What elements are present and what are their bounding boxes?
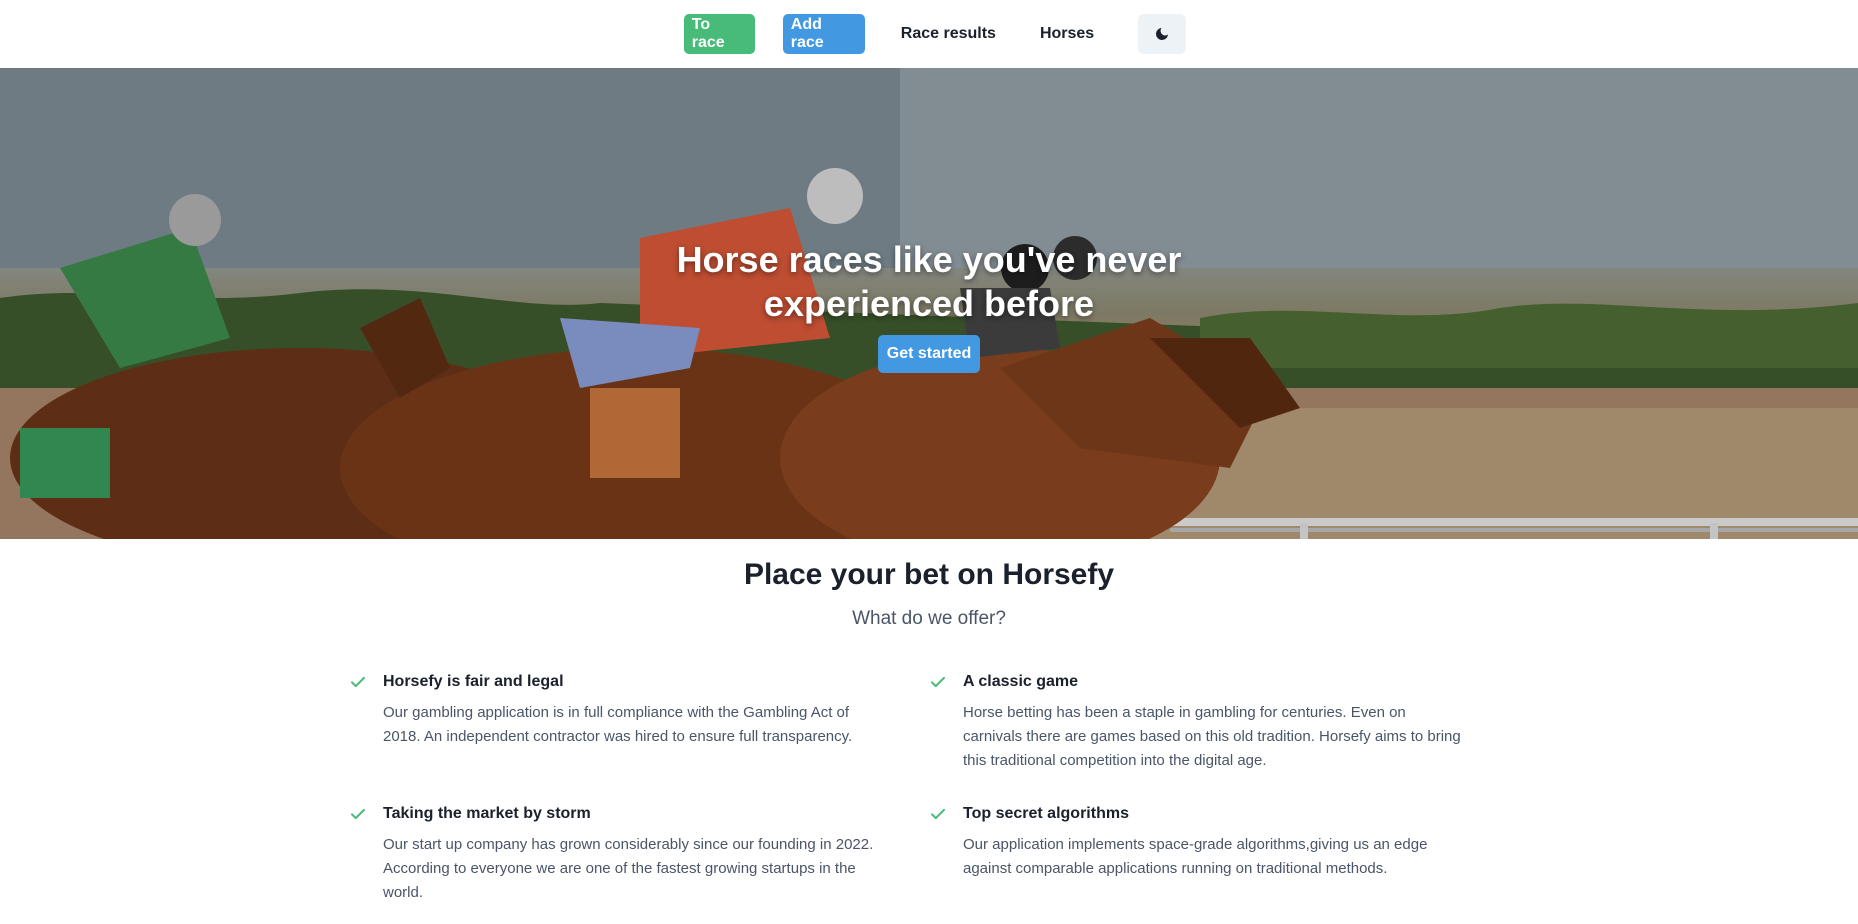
feature-title: Horsefy is fair and legal	[383, 673, 564, 690]
theme-toggle-button[interactable]	[1138, 14, 1187, 54]
add-race-button[interactable]: Add race	[782, 14, 865, 54]
features-section: Place your bet on Horsefy What do we off…	[0, 539, 1858, 905]
moon-icon	[1156, 28, 1169, 40]
feature-item: A classic game Horse betting has been a …	[929, 671, 1509, 773]
to-race-button[interactable]: To race	[683, 14, 755, 54]
check-icon	[351, 676, 365, 688]
feature-item: Top secret algorithms Our application im…	[929, 803, 1509, 905]
feature-text: Our application implements space-grade a…	[963, 836, 1428, 877]
horses-link[interactable]: Horses	[1032, 14, 1102, 54]
hero-content: Horse races like you've never experience…	[0, 238, 1858, 373]
check-icon	[931, 676, 945, 688]
feature-title: A classic game	[963, 673, 1079, 690]
feature-item: Horsefy is fair and legal Our gambling a…	[349, 671, 929, 773]
feature-text: Our start up company has grown considera…	[383, 836, 874, 901]
nav-links: To race Add race Race results Horses	[683, 14, 1187, 54]
race-results-link[interactable]: Race results	[893, 14, 1004, 54]
check-icon	[931, 808, 945, 820]
feature-text: Horse betting has been a staple in gambl…	[963, 704, 1461, 769]
features-subtitle: What do we offer?	[852, 608, 1006, 629]
features-title: Place your bet on Horsefy	[743, 558, 1115, 591]
hero-title: Horse races like you've never experience…	[676, 239, 1182, 324]
check-icon	[351, 808, 365, 820]
hero-banner: Horse races like you've never experience…	[0, 68, 1858, 539]
feature-text: Our gambling application is in full comp…	[383, 704, 853, 745]
top-navbar: To race Add race Race results Horses	[0, 0, 1858, 68]
feature-item: Taking the market by storm Our start up …	[349, 803, 929, 905]
feature-title: Taking the market by storm	[383, 805, 591, 822]
feature-title: Top secret algorithms	[963, 805, 1129, 822]
get-started-button[interactable]: Get started	[877, 335, 981, 373]
features-grid: Horsefy is fair and legal Our gambling a…	[349, 671, 1509, 905]
